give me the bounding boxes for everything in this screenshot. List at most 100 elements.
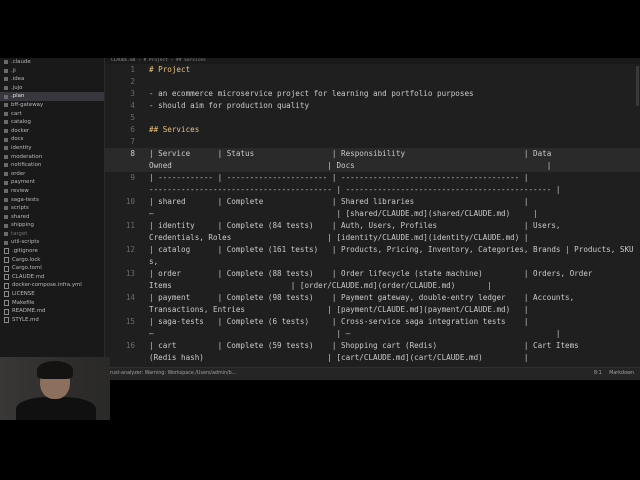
sidebar-item-label: docker-compose.infra.yml <box>12 282 82 289</box>
code-line[interactable]: 10 | shared | Complete | Shared libraries… <box>105 196 640 220</box>
folder-icon <box>4 172 8 177</box>
cursor-position[interactable]: 8:1 <box>594 371 602 376</box>
sidebar-item-util-scripts[interactable]: util-scripts <box>0 238 104 247</box>
sidebar-item-label: Cargo.lock <box>12 256 41 263</box>
sidebar-item-scripts[interactable]: scripts <box>0 204 104 213</box>
code-line[interactable]: 3 - an ecommerce microservice project for… <box>105 88 640 100</box>
sidebar-item-docker-compose-infra-yml[interactable]: docker-compose.infra.yml <box>0 281 104 290</box>
file-icon <box>4 299 9 306</box>
sidebar-item-cargo-toml[interactable]: Cargo.toml <box>0 264 104 273</box>
code-line[interactable]: 4 - should aim for production quality <box>105 100 640 112</box>
code-line[interactable]: 2 <box>105 76 640 88</box>
code-line[interactable]: 1 # Project <box>105 64 640 76</box>
sidebar-item-label: .plan <box>11 93 25 100</box>
sidebar-item-license[interactable]: LICENSE <box>0 290 104 299</box>
sidebar-item-idea[interactable]: .idea <box>0 75 104 84</box>
language-mode[interactable]: Markdown <box>609 371 634 376</box>
sidebar-item-label: Makefile <box>12 299 35 306</box>
sidebar-item-review[interactable]: review <box>0 187 104 196</box>
sidebar-item-label: README.md <box>12 308 46 315</box>
sidebar-item-readme-md[interactable]: README.md <box>0 307 104 316</box>
code-line[interactable]: 5 <box>105 112 640 124</box>
sidebar-item-label: .jujo <box>11 84 23 91</box>
sidebar-item-saga-tests[interactable]: saga-tests <box>0 196 104 205</box>
ide-window: .claude .ji .idea .jujo .plan bff-gateway cart… <box>0 58 640 380</box>
code-line[interactable]: 9 | ------------ | ----------------------… <box>105 172 640 196</box>
line-text: | catalog | Complete (161 tests) | Produ… <box>149 245 634 266</box>
status-message[interactable]: rust-analyzer: Warning: Workspace /Users… <box>110 368 236 380</box>
folder-icon <box>4 60 8 65</box>
sidebar-item-gitignore[interactable]: .gitignore <box>0 247 104 256</box>
line-number: 15 <box>125 317 135 326</box>
sidebar-item-order[interactable]: order <box>0 170 104 179</box>
folder-icon <box>4 240 8 245</box>
line-text: | identity | Complete (84 tests) | Auth,… <box>149 221 561 242</box>
sidebar-item-target[interactable]: target <box>0 230 104 239</box>
sidebar-item-plan[interactable]: .plan <box>0 92 104 101</box>
code-area[interactable]: 1 # Project 2 3 - an ecommerce microservice … <box>105 64 640 368</box>
line-text <box>149 112 640 124</box>
sidebar-item-claude-md[interactable]: CLAUDE.md <box>0 273 104 282</box>
line-text: - should aim for production quality <box>149 101 310 110</box>
file-icon <box>4 274 9 281</box>
line-number: 16 <box>125 341 135 350</box>
folder-icon <box>4 197 8 202</box>
line-number: 12 <box>125 245 135 254</box>
sidebar-item-label: .ji <box>11 67 16 74</box>
sidebar-item-moderation[interactable]: moderation <box>0 153 104 162</box>
line-number: 1 <box>130 65 135 74</box>
sidebar-item-bff-gateway[interactable]: bff-gateway <box>0 101 104 110</box>
code-line[interactable]: 7 <box>105 136 640 148</box>
line-text: ## Services <box>149 125 200 134</box>
sidebar-item-style-md[interactable]: STYLE.md <box>0 316 104 325</box>
line-number: 11 <box>125 221 135 230</box>
line-text <box>149 76 640 88</box>
line-text: | shared | Complete | Shared libraries |… <box>149 197 538 218</box>
line-text: | Service | Status | Responsibility | Da… <box>149 149 552 170</box>
line-text <box>149 136 640 148</box>
folder-icon <box>4 68 8 73</box>
sidebar-item-label: scripts <box>11 205 29 212</box>
sidebar-item-cart[interactable]: cart <box>0 110 104 119</box>
sidebar-item-shipping[interactable]: shipping <box>0 221 104 230</box>
sidebar-item-docker[interactable]: docker <box>0 127 104 136</box>
code-line[interactable]: 14 | payment | Complete (98 tests) | Paym… <box>105 292 640 316</box>
sidebar-item-jujo[interactable]: .jujo <box>0 84 104 93</box>
sidebar-item-identity[interactable]: identity <box>0 144 104 153</box>
sidebar-item-label: cart <box>11 110 22 117</box>
sidebar-item-payment[interactable]: payment <box>0 178 104 187</box>
sidebar-item-claude[interactable]: .claude <box>0 58 104 67</box>
folder-icon <box>4 189 8 194</box>
sidebar-item-label: Cargo.toml <box>12 265 42 272</box>
sidebar-item-makefile[interactable]: Makefile <box>0 299 104 308</box>
sidebar-item-ji[interactable]: .ji <box>0 67 104 76</box>
code-line[interactable]: 16 | cart | Complete (59 tests) | Shoppin… <box>105 340 640 364</box>
editor-scrollbar[interactable] <box>636 66 639 106</box>
editor-pane[interactable]: CLAUDE.md › # Project › ## Services 1 # P… <box>105 58 640 368</box>
sidebar-item-cargo-lock[interactable]: Cargo.lock <box>0 256 104 265</box>
code-line[interactable]: 13 | order | Complete (88 tests) | Order … <box>105 268 640 292</box>
code-line[interactable]: 15 | saga-tests | Complete (6 tests) | Cr… <box>105 316 640 340</box>
folder-icon <box>4 103 8 108</box>
sidebar-item-label: STYLE.md <box>12 316 39 323</box>
code-line[interactable]: 12 | catalog | Complete (161 tests) | Pro… <box>105 244 640 268</box>
line-text: | order | Complete (88 tests) | Order li… <box>149 269 593 290</box>
folder-icon <box>4 86 8 91</box>
sidebar-item-label: identity <box>11 144 32 151</box>
line-text: # Project <box>149 65 191 74</box>
line-number: 8 <box>130 149 135 158</box>
folder-icon <box>4 163 8 168</box>
sidebar-item-label: docker <box>11 127 30 134</box>
sidebar-item-shared[interactable]: shared <box>0 213 104 222</box>
file-icon <box>4 248 9 255</box>
code-line[interactable]: 6 ## Services <box>105 124 640 136</box>
sidebar-item-catalog[interactable]: catalog <box>0 118 104 127</box>
line-text: | cart | Complete (59 tests) | Shopping … <box>149 341 579 362</box>
code-line[interactable]: 11 | identity | Complete (84 tests) | Aut… <box>105 220 640 244</box>
folder-icon <box>4 94 8 99</box>
sidebar-item-docs[interactable]: docs <box>0 135 104 144</box>
line-number: 5 <box>130 113 135 122</box>
code-line[interactable]: 8 | Service | Status | Responsibility | D… <box>105 148 640 172</box>
sidebar-item-notification[interactable]: notification <box>0 161 104 170</box>
sidebar-item-label: docs <box>11 136 24 143</box>
